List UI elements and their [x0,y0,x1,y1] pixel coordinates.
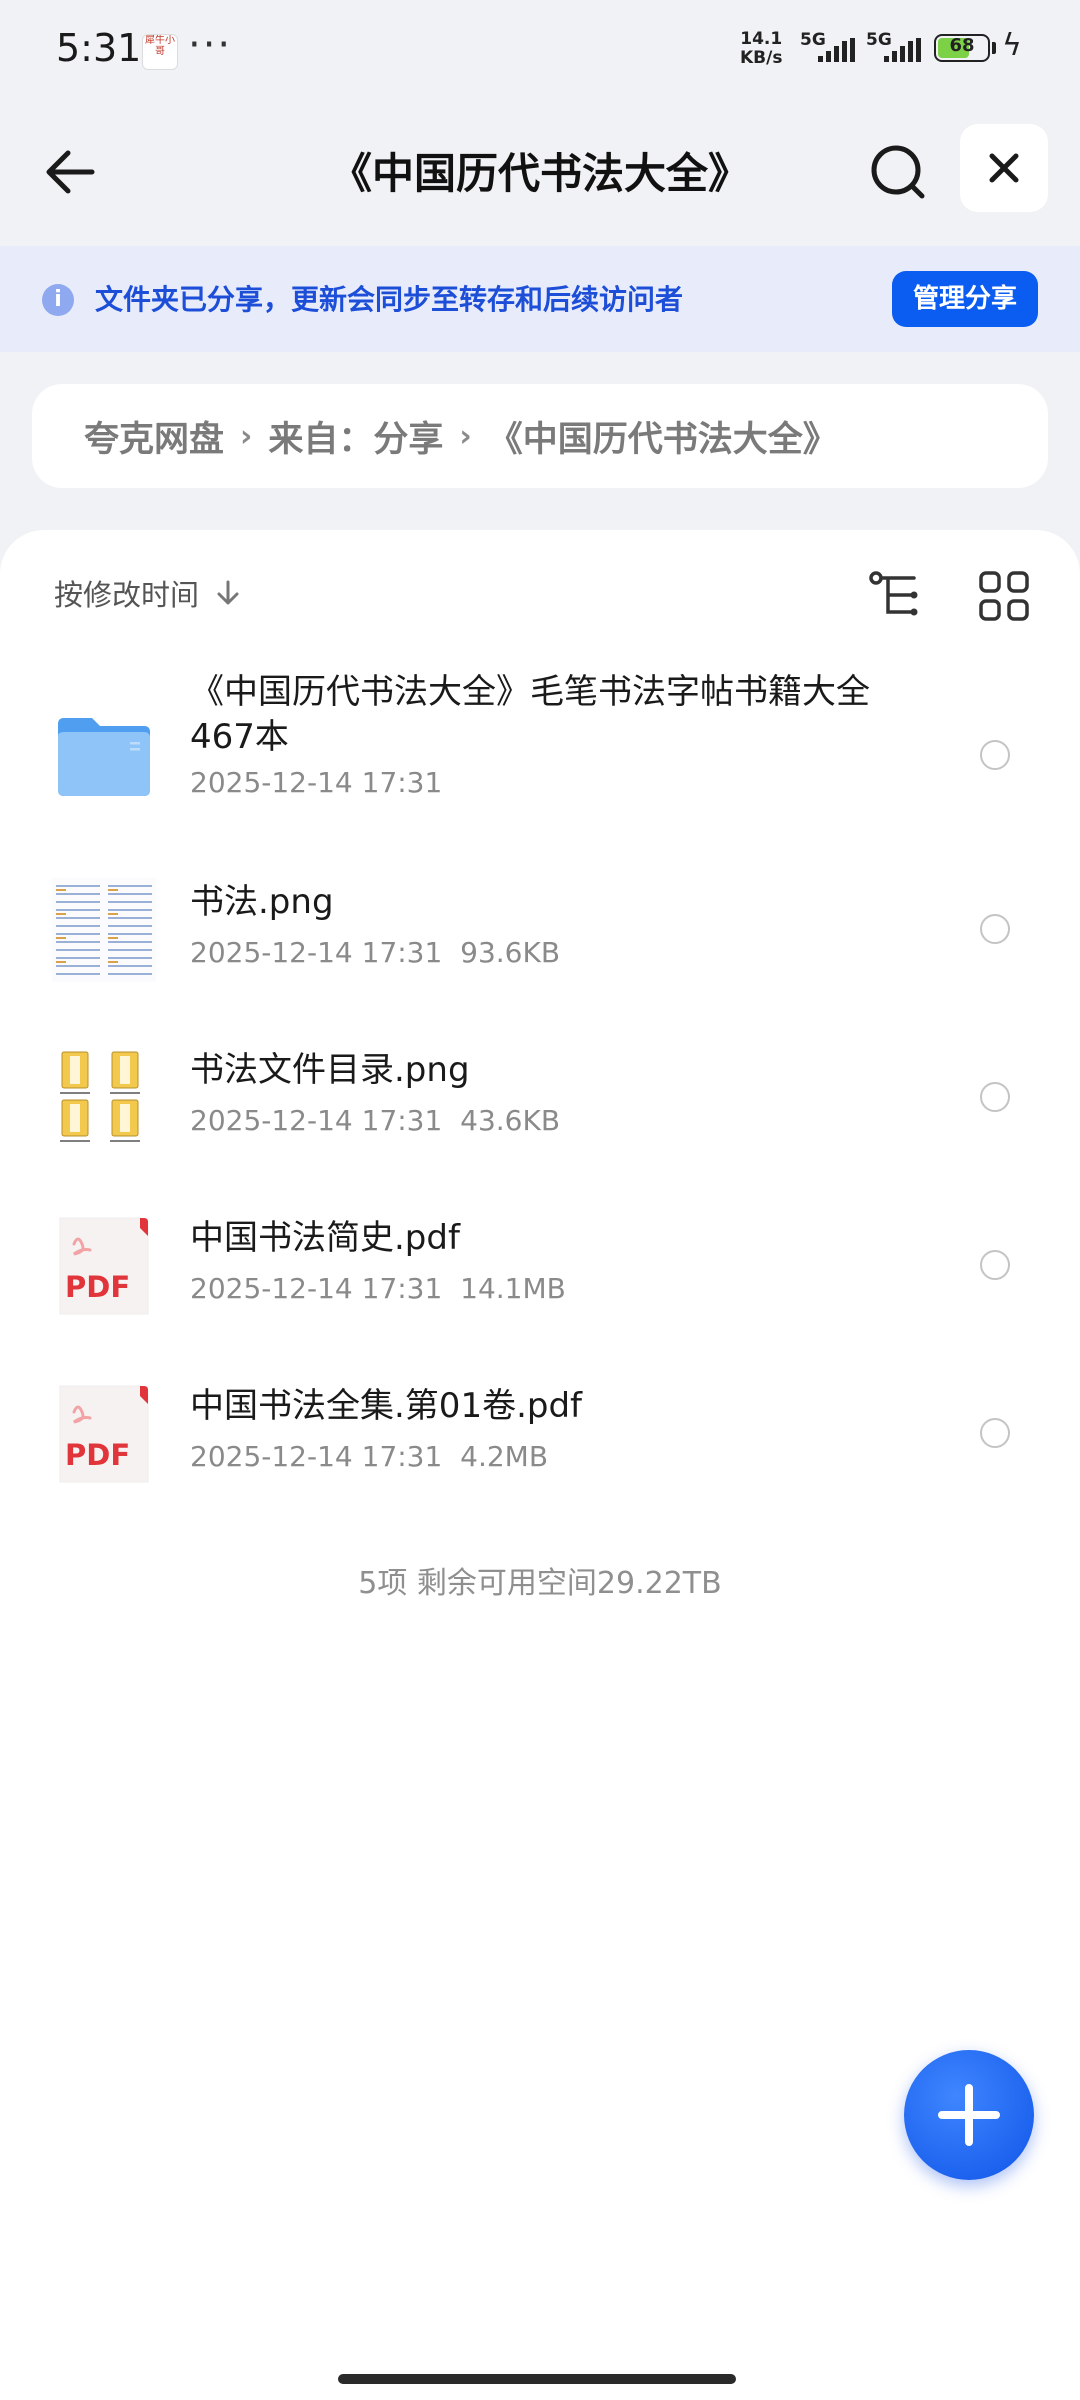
info-icon: i [42,284,74,316]
file-list: 《中国历代书法大全》毛笔书法字帖书籍大全467本 2025-12-14 17:3… [0,660,1080,1520]
battery-percent: 68 [949,35,975,56]
folder-icon [52,702,156,806]
manage-share-button[interactable]: 管理分享 [892,271,1038,327]
breadcrumb-item-current: 《中国历代书法大全》 [487,419,838,460]
header: 《中国历代书法大全》 [0,100,1080,246]
close-icon [989,153,1019,183]
list-item[interactable]: PDF 中国书法全集.第01卷.pdf 2025-12-14 17:31 4.2… [0,1352,1080,1520]
file-panel: 按修改时间 《中国历代书法大全》毛笔书法字帖书籍大全467本 2025-12-1… [0,530,1080,2400]
chevron-right-icon: › [240,418,253,454]
status-bar: 5:31 犀牛小哥 ··· 14.1 KB/s 5G 5G 68 ϟ [0,0,1080,100]
file-meta: 2025-12-14 17:31 93.6KB [190,936,560,969]
breadcrumb-item-share[interactable]: 来自：分享 [268,411,443,462]
breadcrumb: 夸克网盘 › 来自：分享 › 《中国历代书法大全》 [32,384,1048,488]
battery-icon: 68 [934,34,990,62]
file-meta: 2025-12-14 17:31 43.6KB [190,1104,560,1137]
tree-view-button[interactable] [866,566,926,626]
network-speed-unit: KB/s [740,48,783,68]
pdf-label: PDF [65,1270,130,1304]
charging-icon: ϟ [1002,28,1022,63]
grid-view-button[interactable] [974,566,1034,626]
file-size: 4.2MB [460,1440,549,1473]
network-speed: 14.1 KB/s [740,30,782,68]
close-button[interactable] [960,124,1048,212]
list-item[interactable]: 书法文件目录.png 2025-12-14 17:31 43.6KB [0,1016,1080,1184]
file-name: 《中国历代书法大全》毛笔书法字帖书籍大全467本 [190,672,870,757]
battery-tip [992,42,996,54]
status-time: 5:31 [56,26,142,70]
file-meta: 2025-12-14 17:31 4.2MB [190,1440,548,1473]
file-date: 2025-12-14 17:31 [190,1272,443,1305]
plus-icon [938,2084,1000,2146]
tree-view-icon [869,571,918,616]
file-size: 93.6KB [460,936,561,969]
file-name: 中国书法全集.第01卷.pdf [190,1386,583,1426]
select-radio[interactable] [980,914,1010,944]
more-notifications-icon: ··· [188,22,233,68]
file-date: 2025-12-14 17:31 [190,1104,443,1137]
select-radio[interactable] [980,1418,1010,1448]
pdf-file-icon: PDF [52,1382,156,1486]
arrow-down-icon [217,580,239,605]
add-button[interactable] [904,2050,1034,2180]
chevron-right-icon: › [459,418,472,454]
sort-label: 按修改时间 [54,578,200,612]
search-button[interactable] [862,136,934,208]
storage-summary: 5项 剩余可用空间29.22TB [358,1566,722,1601]
select-radio[interactable] [980,1250,1010,1280]
signal-icon [818,38,855,62]
list-item[interactable]: PDF 中国书法简史.pdf 2025-12-14 17:31 14.1MB [0,1184,1080,1352]
file-name: 中国书法简史.pdf [190,1218,460,1258]
breadcrumb-item-root[interactable]: 夸克网盘 [84,411,224,462]
file-date: 2025-12-14 17:31 [190,936,443,969]
home-indicator[interactable] [338,2374,736,2384]
network-speed-value: 14.1 [740,29,783,49]
file-name: 书法文件目录.png [190,1050,470,1090]
share-message: 文件夹已分享，更新会同步至转存和后续访问者 [95,283,684,316]
file-date: 2025-12-14 17:31 [190,766,443,799]
signal-icon [884,38,921,62]
file-name: 书法.png [190,882,334,922]
pdf-file-icon: PDF [52,1214,156,1318]
select-radio[interactable] [980,1082,1010,1112]
file-size: 43.6KB [460,1104,561,1137]
image-thumbnail-icon [52,1046,156,1150]
file-meta: 2025-12-14 17:31 14.1MB [190,1272,566,1305]
sort-button[interactable]: 按修改时间 [54,572,243,614]
image-thumbnail-icon [52,878,156,982]
list-item[interactable]: 《中国历代书法大全》毛笔书法字帖书籍大全467本 2025-12-14 17:3… [0,660,1080,848]
search-icon [871,145,925,199]
share-banner: i 文件夹已分享，更新会同步至转存和后续访问者 管理分享 [0,246,1080,352]
pdf-label: PDF [65,1438,130,1472]
file-size: 14.1MB [460,1272,566,1305]
file-date: 2025-12-14 17:31 [190,1440,443,1473]
list-item[interactable]: 书法.png 2025-12-14 17:31 93.6KB [0,848,1080,1016]
grid-view-icon [979,571,1029,621]
select-radio[interactable] [980,740,1010,770]
app-notification-icon: 犀牛小哥 [142,34,178,70]
